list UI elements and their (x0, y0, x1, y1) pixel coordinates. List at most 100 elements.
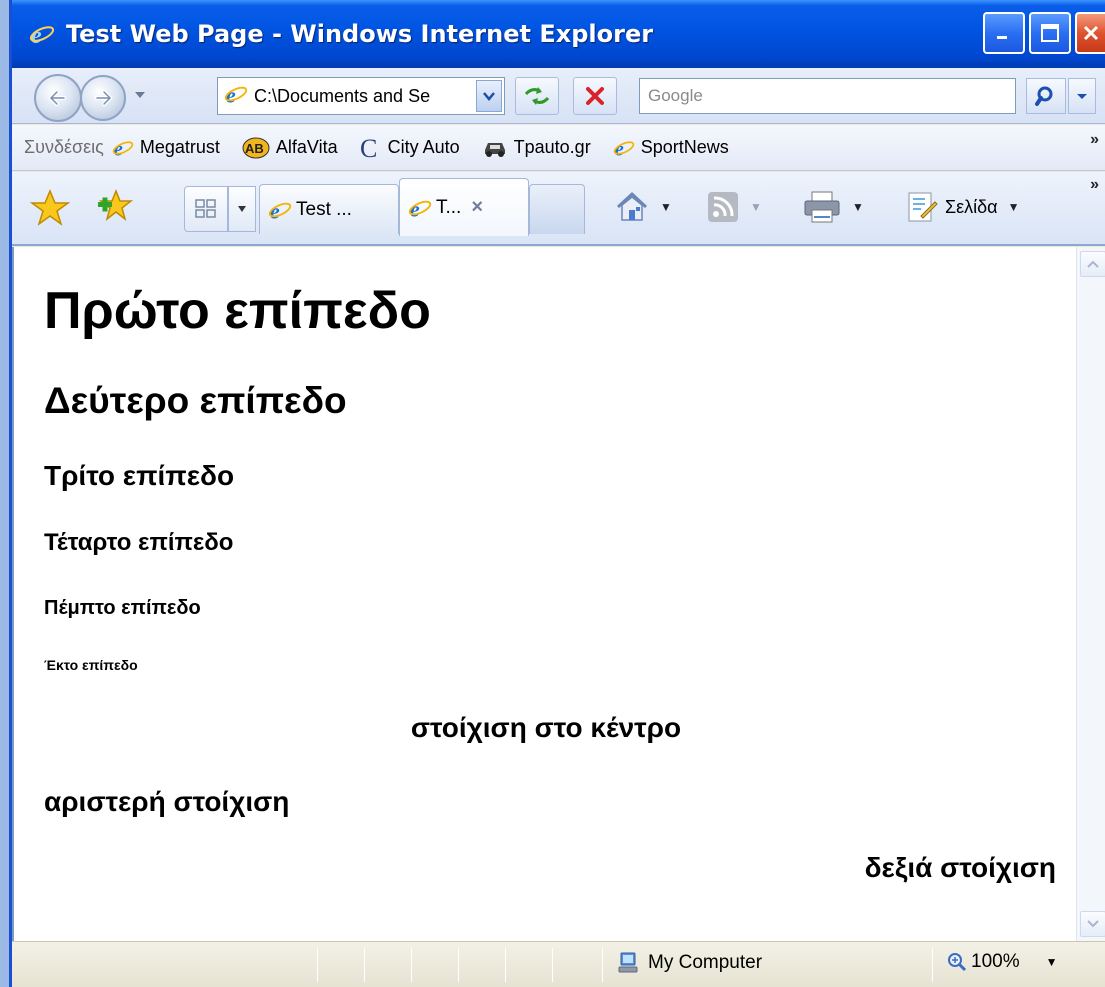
vertical-scrollbar[interactable] (1076, 247, 1105, 941)
chevron-down-icon (135, 92, 145, 98)
ie-page-icon: e (613, 137, 635, 159)
status-divider (411, 948, 412, 982)
links-bar: Συνδέσεις e Megatrust AB AlfaVita C City… (12, 125, 1105, 171)
feeds-button[interactable]: ▼ (706, 190, 762, 224)
quick-tabs-button[interactable] (184, 186, 228, 232)
heading-5: Πέμπτο επίπεδο (44, 597, 201, 619)
ie-page-icon: e (224, 82, 248, 111)
forward-button[interactable] (80, 75, 126, 121)
heading-6: Έκτο επίπεδο (44, 657, 138, 673)
forward-arrow-icon (95, 90, 113, 106)
heading-2: Δεύτερο επίπεδο (44, 380, 347, 421)
quick-tabs-icon (195, 199, 216, 218)
ie-window: e Test Web Page - Windows Internet Explo… (9, 0, 1105, 987)
chevron-down-icon (1077, 94, 1087, 99)
scroll-up-button[interactable] (1080, 251, 1105, 277)
close-tab-icon[interactable]: × (471, 196, 483, 219)
chevron-down-icon[interactable]: ▼ (1008, 200, 1020, 214)
link-tpauto[interactable]: Tpauto.gr (482, 137, 591, 158)
alfavita-logo-icon: AB (242, 137, 270, 159)
add-to-favorites-button[interactable] (92, 186, 134, 233)
ie-page-icon: e (408, 196, 432, 220)
maximize-button[interactable] (1029, 12, 1071, 54)
status-divider (602, 948, 603, 982)
link-alfavita[interactable]: AB AlfaVita (242, 137, 338, 159)
search-icon (1035, 86, 1053, 106)
tab-test-page-2[interactable]: e T... × (399, 178, 529, 236)
zoom-control[interactable]: 100% ▼ (947, 951, 1058, 973)
rss-feed-icon (708, 192, 738, 222)
chevron-down-icon[interactable]: ▼ (1046, 955, 1058, 969)
status-divider (505, 948, 506, 982)
address-input[interactable]: e C:\Documents and Se (217, 77, 505, 115)
chevron-down-icon[interactable]: ▼ (660, 200, 672, 214)
minimize-button[interactable] (983, 12, 1025, 54)
tab-command-bar: e Test ... e T... × ▼ ▼ ▼ Σελίδα ▼ » (12, 172, 1105, 246)
stop-button[interactable] (573, 77, 617, 115)
chevron-up-icon (1087, 260, 1099, 268)
chevron-down-icon[interactable]: ▼ (852, 200, 864, 214)
svg-text:AB: AB (245, 141, 264, 156)
left-aligned-text: αριστερή στοίχιση (44, 786, 290, 817)
link-label: Megatrust (139, 137, 220, 157)
chevron-down-icon (238, 206, 246, 212)
zoom-icon (947, 952, 967, 972)
city-auto-logo-icon: C (360, 136, 382, 160)
link-city-auto[interactable]: C City Auto (360, 136, 460, 160)
my-computer-icon (616, 951, 640, 975)
security-zone[interactable]: My Computer (616, 951, 762, 975)
status-divider (932, 948, 933, 982)
window-title: Test Web Page - Windows Internet Explore… (66, 20, 654, 48)
right-aligned-text: δεξιά στοίχιση (864, 852, 1056, 883)
links-label: Συνδέσεις (24, 137, 104, 157)
status-divider (458, 948, 459, 982)
link-label: Tpauto.gr (513, 137, 591, 157)
tab-test-page-1[interactable]: e Test ... (259, 184, 399, 234)
search-options-dropdown[interactable] (1068, 78, 1096, 114)
chevron-down-icon (1087, 920, 1099, 928)
page-icon (908, 192, 938, 222)
back-button[interactable] (34, 74, 82, 122)
recent-pages-dropdown[interactable] (133, 88, 147, 107)
link-megatrust[interactable]: e Megatrust (112, 137, 220, 159)
title-bar[interactable]: e Test Web Page - Windows Internet Explo… (12, 0, 1105, 68)
link-label: AlfaVita (275, 137, 338, 157)
zoom-level: 100% (971, 951, 1020, 972)
address-text: C:\Documents and Se (254, 85, 431, 106)
heading-3: Τρίτο επίπεδο (44, 460, 235, 491)
chevron-down-icon[interactable]: ▼ (750, 200, 762, 214)
tab-label: T... (436, 196, 462, 218)
status-bar: My Computer 100% ▼ (12, 941, 1105, 987)
ie-page-icon: e (268, 198, 292, 222)
navigation-bar: e C:\Documents and Se Google (12, 68, 1105, 124)
search-input[interactable]: Google (639, 78, 1016, 114)
links-more-button[interactable]: » (1090, 131, 1099, 149)
home-icon (616, 191, 648, 221)
status-divider (552, 948, 553, 982)
car-icon (482, 138, 508, 158)
link-sportnews[interactable]: e SportNews (613, 137, 729, 159)
stop-icon (586, 87, 604, 105)
command-bar-more-button[interactable]: » (1090, 176, 1099, 194)
status-divider (364, 948, 365, 982)
close-button[interactable] (1075, 12, 1105, 54)
home-button[interactable]: ▼ (614, 190, 672, 224)
link-label: City Auto (387, 137, 460, 157)
status-divider (317, 948, 318, 982)
scroll-down-button[interactable] (1080, 911, 1105, 937)
back-arrow-icon (48, 90, 66, 106)
add-favorite-icon (98, 188, 134, 221)
page-content: Πρώτο επίπεδο Δεύτερο επίπεδο Τρίτο επίπ… (12, 247, 1076, 941)
tab-list-dropdown[interactable] (228, 186, 256, 232)
new-tab-button[interactable] (529, 184, 585, 234)
print-button[interactable]: ▼ (802, 190, 864, 224)
refresh-button[interactable] (515, 77, 559, 115)
search-placeholder: Google (648, 86, 703, 105)
address-dropdown-button[interactable] (476, 80, 502, 112)
tab-label: Test ... (296, 198, 352, 220)
zone-label: My Computer (648, 952, 763, 973)
search-button[interactable] (1026, 78, 1066, 114)
favorites-center-button[interactable] (29, 188, 71, 233)
page-menu-button[interactable]: Σελίδα ▼ (905, 190, 1019, 224)
heading-4: Τέταρτο επίπεδο (44, 529, 234, 556)
